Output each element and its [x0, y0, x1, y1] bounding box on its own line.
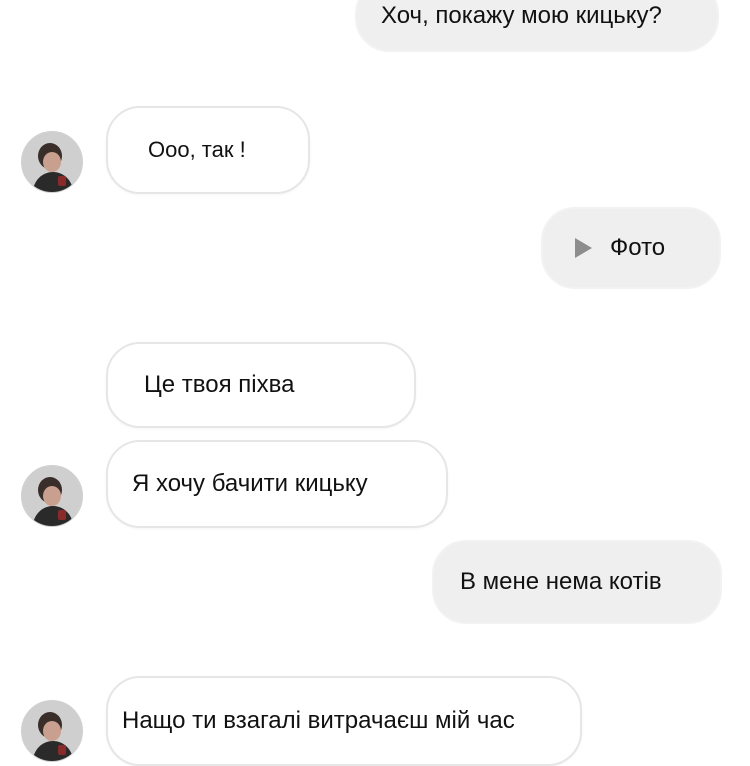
message-text: Я хочу бачити кицьку	[132, 470, 368, 497]
message-bubble-outgoing[interactable]: Хоч, покажу мою кицьку?	[355, 0, 719, 52]
message-bubble-incoming[interactable]: Це твоя піхва	[106, 342, 416, 428]
message-bubble-incoming[interactable]: Я хочу бачити кицьку	[106, 440, 448, 528]
avatar-photo-icon	[22, 132, 82, 192]
message-text: Ооо, так !	[148, 137, 246, 162]
avatar[interactable]	[21, 465, 83, 527]
message-text: Нащо ти взагалі витрачаєш мій час	[122, 707, 515, 734]
avatar-photo-icon	[22, 701, 82, 761]
message-bubble-incoming[interactable]: Нащо ти взагалі витрачаєш мій час	[106, 676, 582, 766]
message-text: В мене нема котів	[460, 568, 662, 595]
message-bubble-incoming[interactable]: Ооо, так !	[106, 106, 310, 194]
avatar[interactable]	[21, 700, 83, 762]
avatar[interactable]	[21, 131, 83, 193]
message-bubble-outgoing[interactable]: В мене нема котів	[432, 540, 722, 624]
play-icon	[575, 238, 592, 258]
chat-screen: { "messages": [ {"id": "m1", "direction"…	[0, 0, 750, 766]
message-text: Фото	[610, 234, 666, 261]
photo-message-bubble[interactable]: Фото	[541, 207, 721, 289]
message-text: Це твоя піхва	[144, 371, 295, 398]
avatar-photo-icon	[22, 466, 82, 526]
message-text: Хоч, покажу мою кицьку?	[381, 2, 662, 29]
